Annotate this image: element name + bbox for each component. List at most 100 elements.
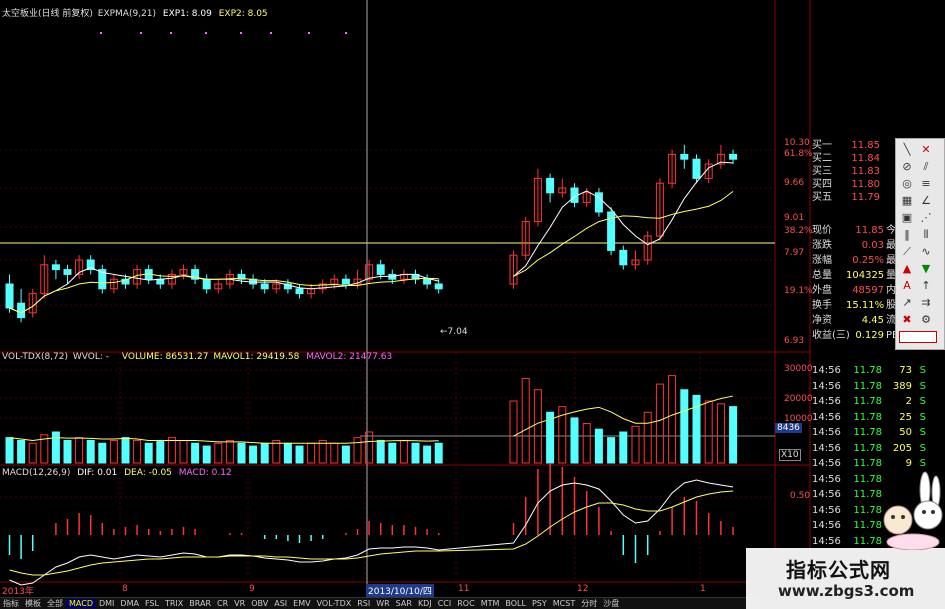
indicator-tab[interactable]: CR (214, 599, 231, 608)
candle-body (692, 158, 701, 179)
indicator-tab[interactable]: EMV (290, 599, 313, 608)
cycle-tool-icon[interactable]: ‖ (899, 227, 915, 243)
color-swatch[interactable] (899, 331, 937, 343)
top-marker (345, 32, 347, 34)
quote-value: 11.85 (855, 225, 884, 236)
ray-tool-icon[interactable]: ⊘ (899, 159, 915, 175)
volume-axis-label: 20000 (784, 394, 813, 404)
up-arrow-icon[interactable]: ▲ (899, 261, 915, 277)
volume-value: VOLUME: 86531.27 (121, 352, 209, 362)
indicator-tab[interactable]: VR (231, 599, 248, 608)
volume-bar (202, 445, 211, 464)
indicator-tab[interactable]: 模板 (22, 598, 44, 609)
volume-bar (330, 442, 339, 464)
bunny-mascot-icon (883, 471, 943, 550)
channel-tool-icon[interactable]: ⇉ (918, 295, 934, 311)
indicator-tab[interactable]: VOL-TDX (314, 599, 355, 608)
arrow-tool-icon[interactable]: ↗ (899, 295, 915, 311)
indicator-tab-bar[interactable]: 指标 模板 全部 MACD DMI DMA FSL TRIX BRAR CR VR OBV ASI EMV… (0, 597, 760, 609)
quote-value: 0.03 (861, 240, 884, 251)
volume-axis-label: 30000 (784, 364, 813, 374)
close-icon[interactable]: ✕ (918, 142, 934, 158)
indicator-tab[interactable]: FSL (142, 599, 162, 608)
indicator-tab[interactable]: PSY (529, 599, 550, 608)
volume-bar (631, 425, 640, 464)
volume-bar (399, 439, 408, 464)
indicator-tab[interactable]: TRIX (162, 599, 186, 608)
indicator-tab[interactable]: OBV (248, 599, 271, 608)
indicator-tab[interactable]: BOLL (502, 599, 529, 608)
quote-value: 0.25% (852, 255, 884, 266)
delete-tool-icon[interactable]: ✖ (899, 312, 915, 328)
indicator-tab[interactable]: DMA (117, 599, 142, 608)
candle-body (202, 278, 211, 290)
quote-row: 涨跌 0.03 最 (812, 239, 896, 252)
text-tool-icon[interactable]: A (899, 278, 915, 294)
fan-tool-icon[interactable]: ⋰ (918, 210, 934, 226)
tick-price: 11.78 (853, 396, 882, 407)
angle-tool-icon[interactable]: ∠ (918, 193, 934, 209)
candle-body (63, 269, 72, 275)
down-arrow-icon[interactable]: ▼ (918, 261, 934, 277)
volume-bar (295, 445, 304, 464)
speed-tool-icon[interactable]: ⫴ (918, 227, 934, 243)
grid-tool-icon[interactable]: ▦ (899, 193, 915, 209)
indicator-tab[interactable]: BRAR (186, 599, 214, 608)
price-axis-label: 9.66 (784, 178, 805, 188)
indicator-tab[interactable]: KDJ (415, 599, 435, 608)
settings-tool-icon[interactable]: ⚙ (918, 312, 934, 328)
mark-tool-icon[interactable]: ↑ (918, 278, 934, 294)
indicator-tab[interactable]: WR (373, 599, 392, 608)
indicator-tab[interactable]: RSI (354, 599, 373, 608)
volume-bar (121, 437, 130, 464)
tick-time: 14:56 (812, 442, 841, 454)
tick-price: 11.78 (853, 380, 882, 392)
gann-tool-icon[interactable]: ⟋ (899, 244, 915, 260)
exp1-value: EXP1: 8.09 (162, 9, 212, 19)
drawing-tool-palette[interactable]: ╲ ✕ ⊘ ⫽ ◎ ≡ ▦ ∠ ▣ ⋰ ‖ ⫴ ⟋ ∿ ▲ ▼ A ↑ ↗ ⇉ … (895, 138, 945, 350)
circle-tool-icon[interactable]: ◎ (899, 176, 915, 192)
tick-volume: 50 (899, 427, 912, 438)
date-cursor-label: 2013/10/10/四 (366, 584, 434, 597)
indicator-tab[interactable]: ROC (454, 599, 477, 608)
indicator-tab[interactable]: 全部 (44, 598, 66, 609)
indicator-tab[interactable]: MTM (478, 599, 503, 608)
candle-body (156, 278, 165, 285)
indicator-tab[interactable]: MCST (550, 599, 578, 608)
candle-body (17, 302, 26, 319)
volume-bar (17, 439, 26, 464)
volume-marker: 8436 (775, 423, 802, 433)
quote-value: 48597 (852, 285, 884, 296)
indicator-tab[interactable]: ASI (271, 599, 290, 608)
tick-side: S (919, 442, 926, 454)
volume-bar (133, 439, 142, 464)
parallel-tool-icon[interactable]: ⫽ (918, 159, 934, 175)
volume-bar (167, 437, 176, 464)
line-tool-icon[interactable]: ╲ (899, 142, 915, 158)
quote-label: 涨幅 (812, 255, 832, 266)
indicator-tab[interactable]: DMI (96, 599, 117, 608)
order-level-price: 11.84 (851, 153, 880, 164)
volume-bar (619, 431, 628, 464)
indicator-tab[interactable]: CCI (435, 599, 455, 608)
quote-value: 4.45 (861, 315, 884, 326)
indicator-tab[interactable]: 分时 (578, 598, 600, 609)
watermark-url: www.zbgs3.com (778, 582, 915, 600)
indicator-tab[interactable]: SAR (393, 599, 415, 608)
quote-row: 收益(三) 0.129 PE (812, 329, 898, 342)
volume-bar (272, 439, 281, 464)
stock-chart[interactable] (0, 0, 945, 609)
fibonacci-tool-icon[interactable]: ≡ (918, 176, 934, 192)
tick-volume: 9 (905, 458, 912, 469)
indicator-tab[interactable]: MACD (66, 599, 96, 608)
candle-body (434, 283, 443, 290)
indicator-tab[interactable]: 沙盘 (600, 598, 622, 609)
date-label: 8 (122, 584, 128, 594)
box-tool-icon[interactable]: ▣ (899, 210, 915, 226)
indicator-tab[interactable]: 指标 (0, 598, 22, 609)
quote-row: 总量 104325 量 (812, 269, 896, 282)
order-level-label: 买五 (812, 192, 832, 203)
wave-tool-icon[interactable]: ∿ (918, 244, 934, 260)
volume-bar (283, 442, 292, 464)
volume-bar (655, 383, 664, 464)
